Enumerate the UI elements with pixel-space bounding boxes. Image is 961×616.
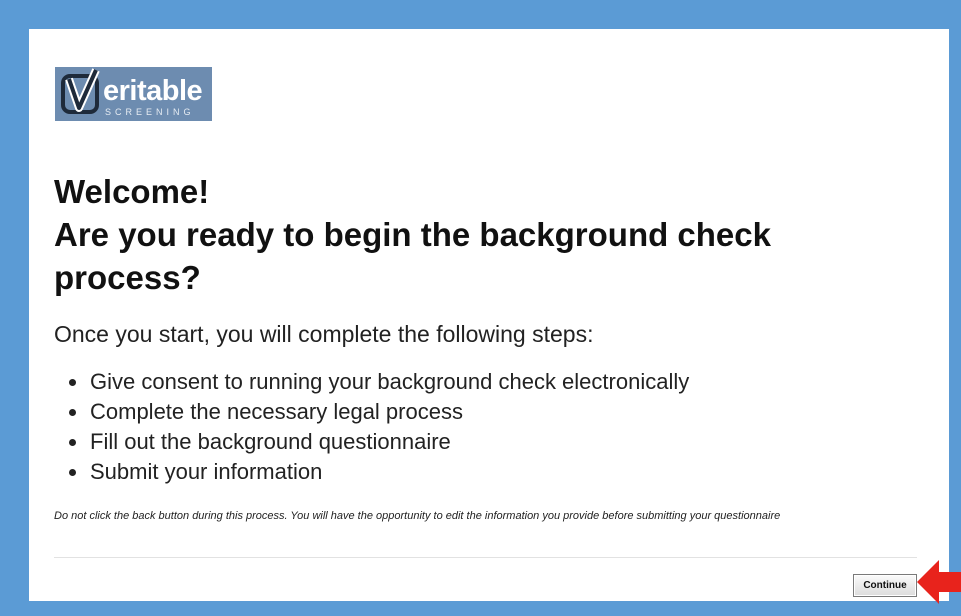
logo-subtitle: SCREENING (105, 107, 195, 117)
list-item: Complete the necessary legal process (64, 397, 689, 427)
title-line-3: process? (54, 259, 201, 296)
step-text: Submit your information (90, 459, 323, 484)
logo-word: eritable (103, 75, 203, 107)
continue-button[interactable]: Continue (853, 574, 917, 597)
back-button-warning: Do not click the back button during this… (54, 510, 781, 522)
bullet-icon (69, 469, 76, 476)
step-text: Complete the necessary legal process (90, 399, 463, 424)
intro-text: Once you start, you will complete the fo… (54, 321, 594, 347)
bullet-icon (69, 439, 76, 446)
step-text: Give consent to running your background … (90, 369, 690, 394)
title-line-1: Welcome! (54, 173, 210, 210)
page-title: Welcome! Are you ready to begin the back… (54, 170, 874, 299)
bullet-icon (69, 409, 76, 416)
step-text: Fill out the background questionnaire (90, 429, 451, 454)
title-line-2: Are you ready to begin the background ch… (54, 216, 771, 253)
list-item: Fill out the background questionnaire (64, 427, 689, 457)
steps-list: Give consent to running your background … (64, 367, 689, 487)
divider (54, 557, 917, 558)
veritable-screening-logo: eritable SCREENING (55, 67, 212, 121)
red-arrow-left-icon (917, 560, 961, 604)
bullet-icon (69, 379, 76, 386)
main-panel: eritable SCREENING Welcome! Are you read… (29, 29, 949, 601)
list-item: Submit your information (64, 457, 689, 487)
list-item: Give consent to running your background … (64, 367, 689, 397)
